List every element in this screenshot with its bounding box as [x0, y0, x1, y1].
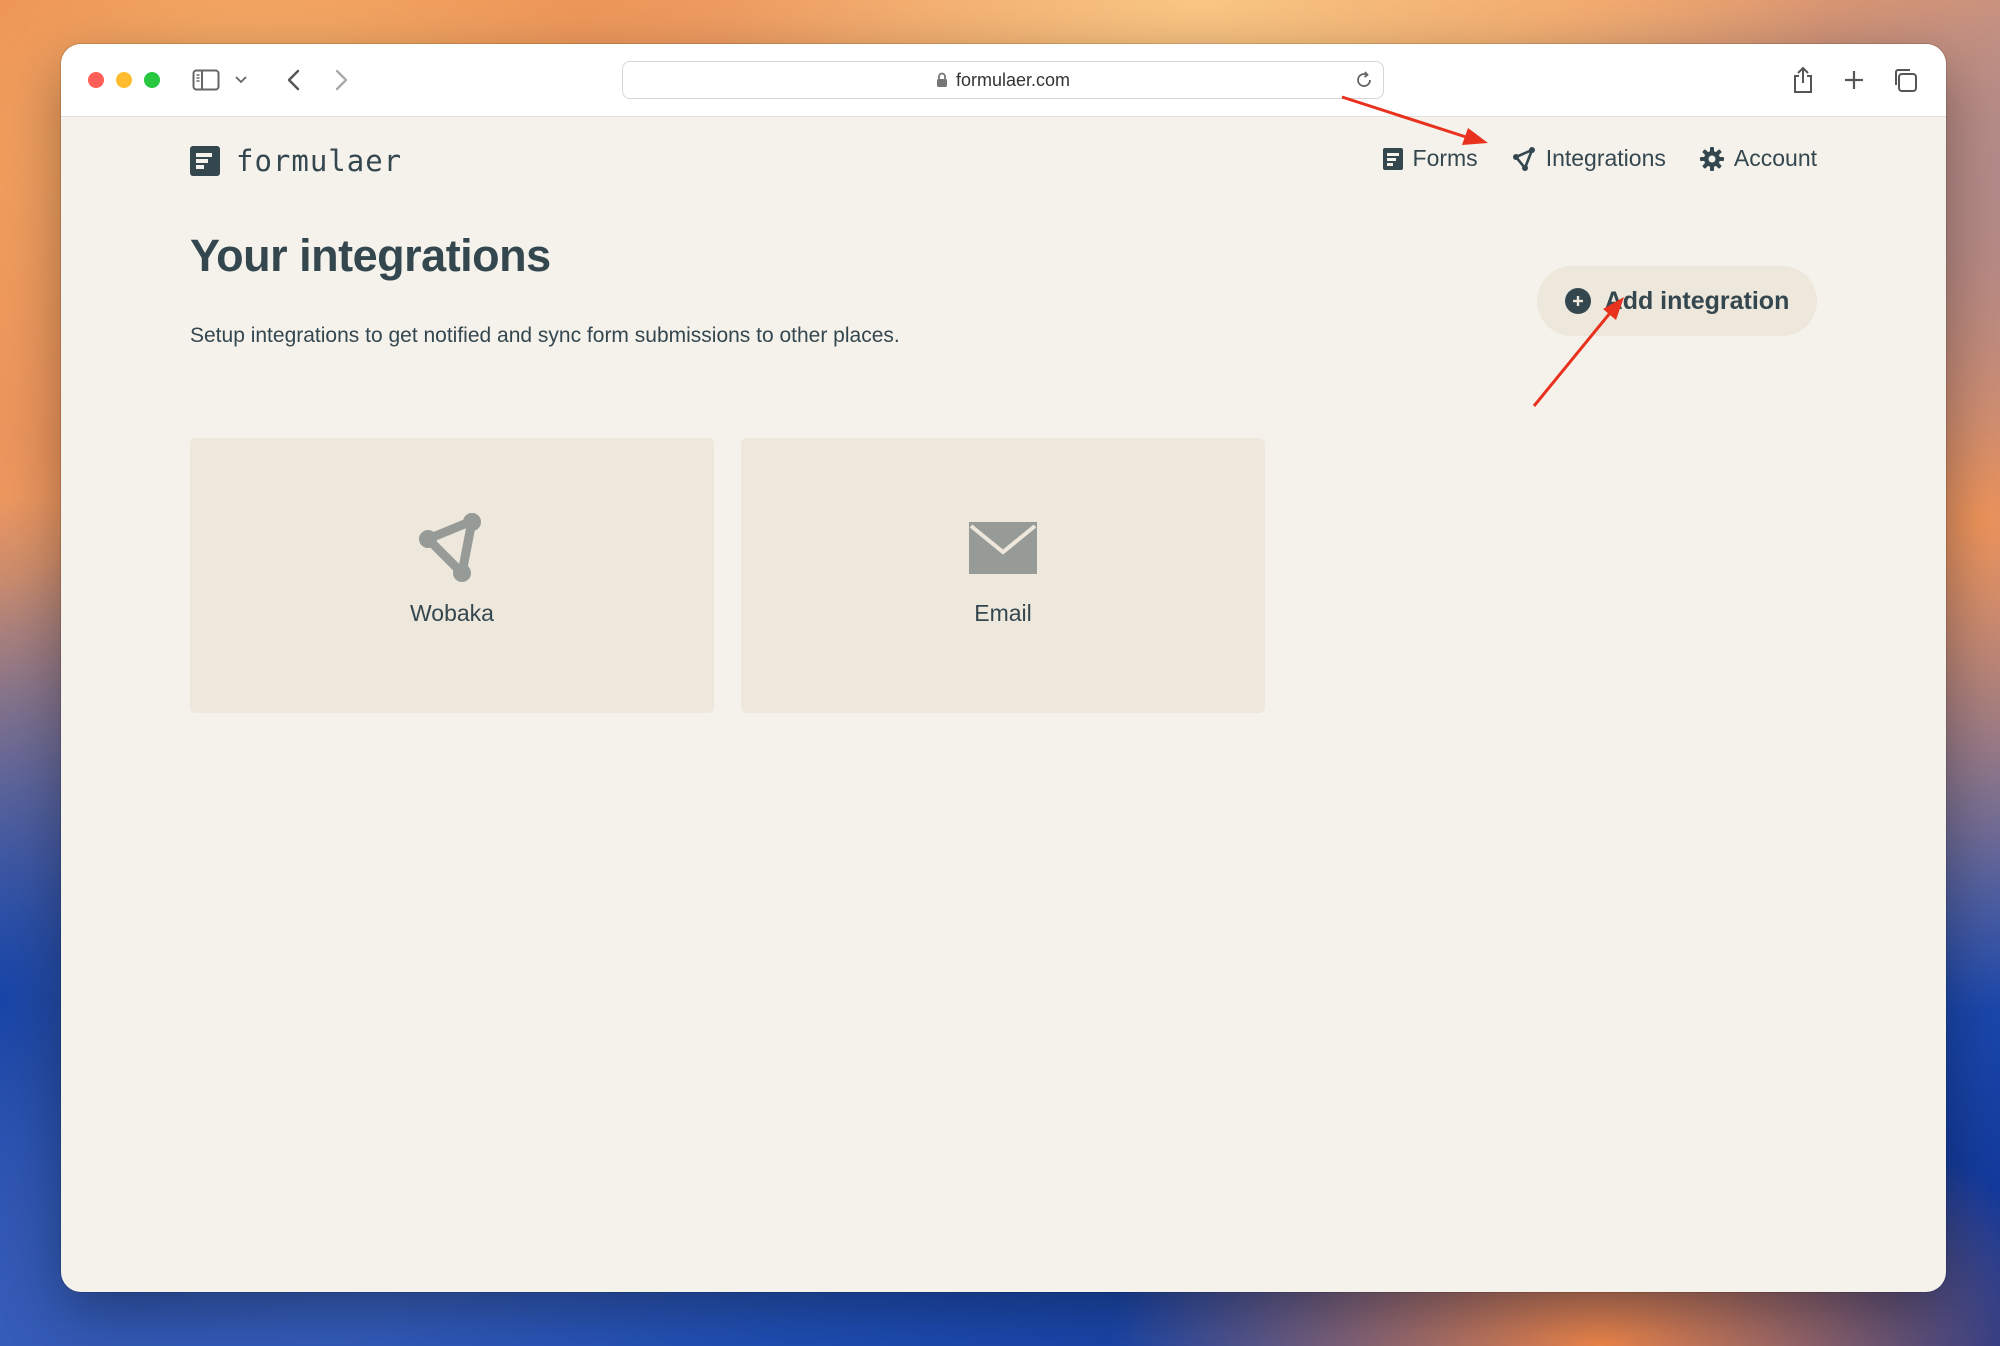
logo-icon	[190, 146, 220, 176]
envelope-icon	[969, 513, 1037, 583]
nav-item-account[interactable]: Account	[1699, 145, 1817, 172]
browser-window: formulaer.com formulaer Forms Integratio…	[61, 44, 1946, 1292]
integration-label-email: Email	[974, 600, 1032, 626]
integration-card-wobaka[interactable]: Wobaka	[190, 438, 714, 713]
nav-label-forms: Forms	[1412, 145, 1478, 171]
minimize-window-button[interactable]	[116, 72, 132, 88]
logo-text: formulaer	[236, 144, 403, 178]
back-arrow-icon[interactable]	[275, 62, 311, 98]
add-integration-label: Add integration	[1604, 286, 1790, 315]
reload-icon[interactable]	[1351, 67, 1377, 93]
integrations-icon	[1512, 146, 1535, 171]
integration-card-email[interactable]: Email	[741, 438, 1265, 713]
add-integration-button[interactable]: Add integration	[1537, 266, 1817, 336]
top-nav: Forms Integrations Account	[1349, 145, 1817, 172]
nav-label-account: Account	[1733, 145, 1817, 171]
address-bar[interactable]: formulaer.com	[622, 61, 1384, 99]
lock-icon	[936, 72, 948, 88]
page-content: formulaer Forms Integrations Account You…	[61, 117, 1946, 1292]
integration-label-wobaka: Wobaka	[410, 600, 494, 626]
maximize-window-button[interactable]	[144, 72, 160, 88]
tab-overview-icon[interactable]	[1887, 62, 1923, 98]
close-window-button[interactable]	[88, 72, 104, 88]
new-tab-icon[interactable]	[1836, 62, 1872, 98]
app-logo[interactable]: formulaer	[190, 144, 402, 178]
plus-circle-icon	[1564, 288, 1591, 314]
chevron-down-icon[interactable]	[229, 62, 253, 98]
gear-icon	[1699, 146, 1724, 171]
form-icon	[1382, 147, 1403, 170]
page-subtitle: Setup integrations to get notified and s…	[190, 324, 900, 347]
nav-item-integrations[interactable]: Integrations	[1512, 145, 1666, 172]
url-text: formulaer.com	[955, 69, 1071, 90]
page-title: Your integrations	[190, 230, 551, 281]
browser-toolbar: formulaer.com	[61, 44, 1946, 117]
forward-arrow-icon[interactable]	[324, 62, 360, 98]
sidebar-toggle-icon[interactable]	[188, 62, 224, 98]
wobaka-icon	[418, 513, 486, 583]
nav-label-integrations: Integrations	[1545, 145, 1666, 171]
share-icon[interactable]	[1785, 62, 1821, 98]
nav-item-forms[interactable]: Forms	[1382, 145, 1478, 172]
